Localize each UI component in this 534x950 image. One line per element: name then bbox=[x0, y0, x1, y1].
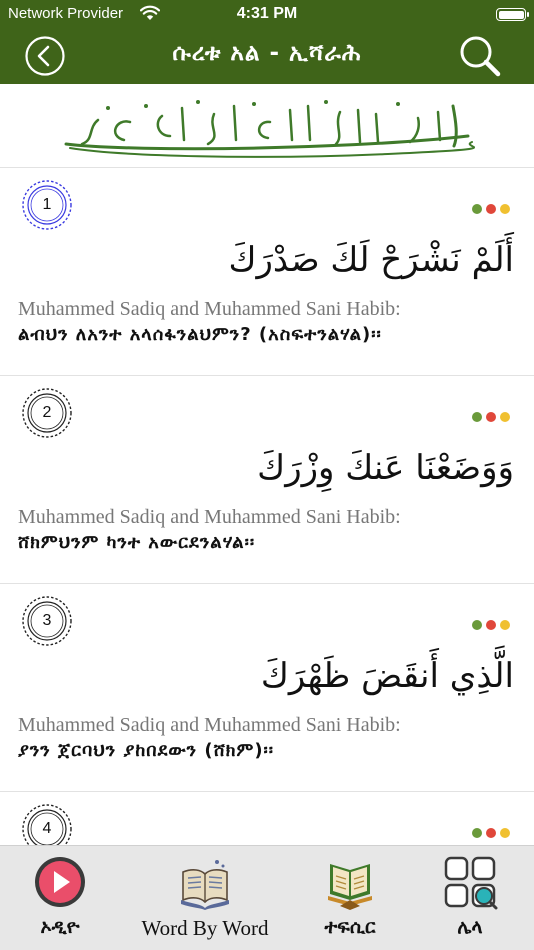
verse-translation: ያንን ጀርባህን ያከበደውን (ሸክም)፡፡ bbox=[18, 740, 275, 761]
verse-arabic-text: الَّذِي أَنقَضَ ظَهْرَكَ bbox=[260, 656, 514, 696]
translator-label: Muhammed Sadiq and Muhammed Sani Habib: bbox=[18, 714, 401, 736]
tab-label: ኦዲዮ bbox=[40, 916, 80, 938]
back-button[interactable] bbox=[24, 35, 66, 77]
book-icon bbox=[181, 860, 229, 910]
search-button[interactable] bbox=[457, 33, 503, 79]
verse-row[interactable]: 4 bbox=[0, 792, 534, 845]
verse-row[interactable]: 3 الَّذِي أَنقَضَ ظَهْرَكَ Muhammed Sadi… bbox=[0, 584, 534, 792]
quran-icon bbox=[328, 864, 372, 910]
verse-options-icon[interactable] bbox=[472, 828, 510, 838]
verse-options-icon[interactable] bbox=[472, 412, 510, 422]
status-bar: Network Provider 4:31 PM bbox=[0, 0, 534, 28]
verse-number: 4 bbox=[42, 820, 52, 837]
grid-icon bbox=[444, 856, 498, 910]
battery-icon bbox=[496, 8, 529, 21]
verse-number: 3 bbox=[42, 612, 52, 629]
verse-options-icon[interactable] bbox=[472, 620, 510, 630]
tab-label: Word By Word bbox=[141, 916, 269, 940]
tab-label: ሌላ bbox=[457, 916, 483, 938]
verse-arabic-text: أَلَمْ نَشْرَحْ لَكَ صَدْرَكَ bbox=[228, 240, 514, 280]
tab-tafsir[interactable]: ተፍሲር bbox=[290, 846, 410, 950]
tab-audio[interactable]: ኦዲዮ bbox=[0, 846, 120, 950]
tab-more[interactable]: ሌላ bbox=[410, 846, 530, 950]
verse-arabic-text: وَوَضَعْنَا عَنكَ وِزْرَكَ bbox=[257, 448, 514, 488]
status-time: 4:31 PM bbox=[236, 5, 298, 22]
verse-number: 1 bbox=[42, 196, 52, 213]
bismillah-banner bbox=[0, 84, 534, 168]
verse-options-icon[interactable] bbox=[472, 204, 510, 214]
verse-translation: ልብህን ለአንተ አላሰፋንልህምን? (አስፍተንልሃል)፡፡ bbox=[18, 324, 382, 345]
nav-bar: ሱረቱ አል - ኢሻራሕ bbox=[0, 28, 534, 84]
bismillah-calligraphy-icon bbox=[64, 100, 475, 158]
tab-label: ተፍሲር bbox=[324, 916, 376, 938]
page-title: ሱረቱ አል - ኢሻራሕ bbox=[172, 40, 362, 66]
play-icon bbox=[35, 857, 85, 907]
translator-label: Muhammed Sadiq and Muhammed Sani Habib: bbox=[18, 298, 401, 320]
verse-number: 2 bbox=[42, 404, 52, 421]
verse-translation: ሸክምህንም ካንተ አውርደንልሃል፡፡ bbox=[18, 532, 256, 553]
tab-word-by-word[interactable]: Word By Word bbox=[120, 846, 290, 950]
tab-bar: ኦዲዮ Word By Word ተፍሲር ሌላ bbox=[0, 845, 534, 950]
translator-label: Muhammed Sadiq and Muhammed Sani Habib: bbox=[18, 506, 401, 528]
verse-row[interactable]: 2 وَوَضَعْنَا عَنكَ وِزْرَكَ Muhammed Sa… bbox=[0, 376, 534, 584]
verse-row[interactable]: 1 أَلَمْ نَشْرَحْ لَكَ صَدْرَكَ Muhammed… bbox=[0, 168, 534, 376]
